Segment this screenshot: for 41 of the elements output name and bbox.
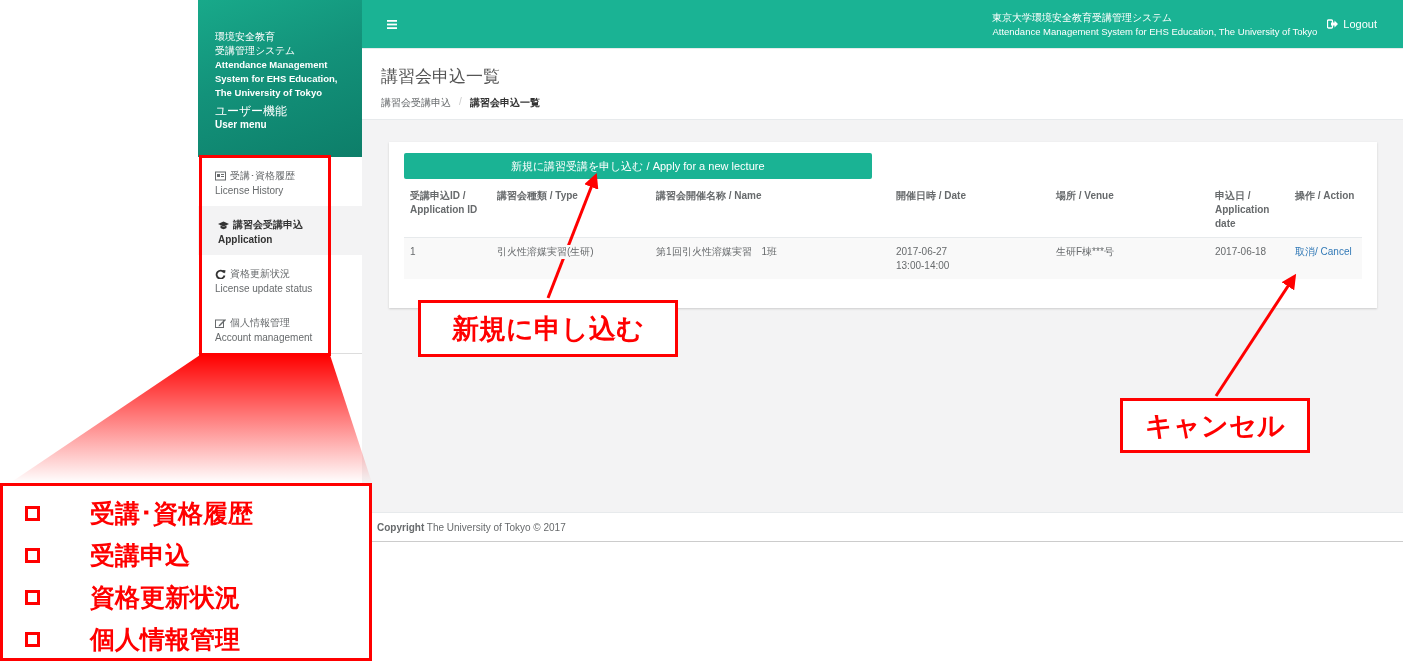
column-header: 開催日時 / Date bbox=[890, 185, 1050, 238]
column-header: 講習会種類 / Type bbox=[491, 185, 650, 238]
menu-item[interactable]: 資格更新状況 License update status bbox=[198, 255, 362, 304]
table-cell: 生研F棟***号 bbox=[1056, 245, 1114, 259]
menu-label: ユーザー機能 bbox=[215, 104, 288, 118]
breadcrumb-link[interactable]: 講習会受講申込 bbox=[381, 96, 451, 110]
callout-label: 新規に申し込む bbox=[418, 300, 678, 357]
callout-label: キャンセル bbox=[1120, 398, 1310, 453]
legend-item: 資格更新状況 bbox=[90, 581, 240, 613]
id-card-icon bbox=[215, 170, 226, 181]
column-header: 場所 / Venue bbox=[1050, 185, 1209, 238]
graduation-cap-icon bbox=[218, 219, 229, 230]
system-title: 受講管理システム bbox=[215, 44, 296, 58]
column-header: 申込日 / Application date bbox=[1209, 185, 1289, 238]
column-header: 受講申込ID / Application ID bbox=[404, 185, 491, 238]
refresh-icon bbox=[215, 268, 226, 279]
legend-item: 個人情報管理 bbox=[90, 623, 240, 655]
breadcrumb-separator: / bbox=[459, 96, 462, 109]
table-cell: 引火性溶媒実習(生研) bbox=[497, 245, 594, 259]
checkbox-square bbox=[25, 547, 40, 563]
menu-label-en: User menu bbox=[215, 118, 268, 132]
menu-item[interactable]: 個人情報管理 Account management bbox=[198, 304, 362, 353]
copyright-text: Copyright The University of Tokyo © 2017 bbox=[377, 522, 566, 533]
sign-out-icon bbox=[1327, 19, 1339, 29]
table-cell: 第1回引火性溶媒実習 1班 bbox=[656, 245, 778, 259]
column-header: 講習会開催名称 / Name bbox=[650, 185, 890, 238]
system-title: 東京大学環境安全教育受講管理システム bbox=[992, 11, 1174, 25]
menu-icon[interactable] bbox=[387, 19, 397, 29]
checkbox-square bbox=[25, 505, 40, 521]
edit-icon bbox=[215, 317, 226, 328]
system-title-en: Attendance Management System for EHS Education, The University of Tokyo bbox=[215, 58, 339, 100]
system-title: 環境安全教育 bbox=[215, 30, 276, 44]
system-title-en: Attendance Management System for EHS Education, The University of Tokyo bbox=[992, 25, 1318, 39]
checkbox-square bbox=[25, 631, 40, 647]
legend-item: 受講･資格履歴 bbox=[90, 497, 253, 529]
checkbox-square bbox=[25, 589, 40, 605]
column-header: 操作 / Action bbox=[1289, 185, 1362, 238]
page-title: 講習会申込一覧 bbox=[381, 66, 501, 88]
menu-item[interactable]: 受講･資格履歴 License History bbox=[198, 157, 362, 206]
legend-item: 受講申込 bbox=[90, 539, 190, 571]
menu-item[interactable]: 講習会受講申込 Application bbox=[198, 206, 362, 255]
